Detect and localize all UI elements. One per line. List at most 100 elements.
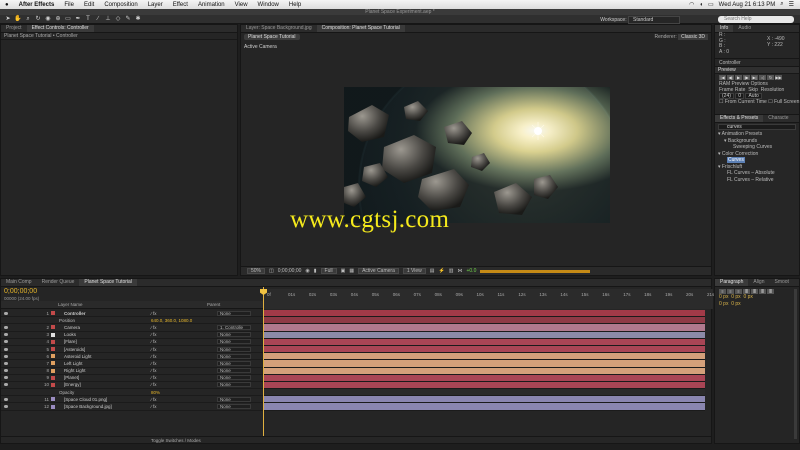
- layer-name[interactable]: Opacity: [59, 390, 74, 395]
- layer-duration-bar[interactable]: [264, 317, 705, 325]
- parent-dropdown[interactable]: None: [217, 332, 251, 338]
- menubar-clock[interactable]: Wed Aug 21 6:13 PM: [719, 2, 776, 8]
- visibility-eye-icon[interactable]: [4, 340, 8, 344]
- last-frame-icon[interactable]: ▶|: [751, 75, 758, 80]
- parent-dropdown[interactable]: None: [217, 310, 251, 316]
- property-value[interactable]: 80%: [151, 390, 160, 395]
- menu-file[interactable]: File: [59, 2, 79, 8]
- zoom-dropdown[interactable]: 50%: [247, 268, 266, 274]
- tab-effects-presets[interactable]: Effects & Presets: [715, 115, 764, 122]
- tab-render-queue[interactable]: Render Queue: [37, 279, 80, 286]
- hand-tool-icon[interactable]: ✋: [14, 16, 22, 23]
- effects-search-input[interactable]: curves: [718, 124, 796, 130]
- layer-duration-bar[interactable]: [264, 338, 705, 346]
- layer-duration-bar[interactable]: [264, 389, 705, 397]
- layer-switches[interactable]: ⁄ fx: [151, 397, 157, 402]
- layer-property-row[interactable]: Opacity 80%: [1, 389, 263, 397]
- layer-name[interactable]: [Asteroids]: [64, 347, 85, 352]
- loop-icon[interactable]: ↻: [767, 75, 774, 80]
- notification-icon[interactable]: ☰: [789, 1, 794, 8]
- layer-name[interactable]: Position: [59, 318, 75, 323]
- tab-audio[interactable]: Audio: [733, 25, 756, 32]
- view-layout-dropdown[interactable]: 1 View: [402, 268, 426, 274]
- layer-switches[interactable]: ⁄ fx: [151, 354, 157, 359]
- parent-dropdown[interactable]: None: [217, 339, 251, 345]
- layer-name[interactable]: [Flare]: [64, 339, 77, 344]
- layer-label-color[interactable]: [51, 325, 55, 330]
- comp-navigator-button[interactable]: Planet Space Tutorial: [244, 34, 300, 40]
- layer-duration-bar[interactable]: [264, 381, 705, 390]
- layer-row[interactable]: 9 [Planet] ⁄ fx None: [1, 375, 263, 382]
- layer-duration-bar[interactable]: [264, 345, 705, 354]
- justify-all-icon[interactable]: ≣: [767, 289, 774, 294]
- layer-switches[interactable]: ⁄ fx: [151, 375, 157, 380]
- property-value[interactable]: 640.0, 360.0, 1080.0: [151, 318, 192, 323]
- layer-switches[interactable]: ⁄ fx: [151, 404, 157, 409]
- parent-dropdown[interactable]: None: [217, 346, 251, 352]
- visibility-eye-icon[interactable]: [4, 361, 8, 365]
- layer-name[interactable]: [Space Cloud 01.png]: [64, 397, 107, 402]
- layer-duration-bar[interactable]: [264, 324, 705, 332]
- paragraph-scrollbar[interactable]: [794, 289, 797, 439]
- rotate-tool-icon[interactable]: ↻: [34, 16, 42, 23]
- col-layer-name[interactable]: Layer Name: [58, 302, 83, 307]
- play-icon[interactable]: ▶: [735, 75, 742, 80]
- transparency-grid-icon[interactable]: ▦: [349, 268, 354, 274]
- layer-row[interactable]: 2 Camera ⁄ fx 1. Controlle: [1, 324, 263, 332]
- parent-dropdown[interactable]: None: [217, 382, 251, 388]
- parent-dropdown[interactable]: None: [217, 404, 251, 410]
- puppet-tool-icon[interactable]: ✱: [134, 16, 142, 23]
- apple-menu-icon[interactable]: ●: [0, 2, 14, 8]
- layer-row[interactable]: 11 [Space Cloud 01.png] ⁄ fx None: [1, 396, 263, 404]
- flowchart-icon[interactable]: ⋈: [457, 268, 462, 274]
- layer-duration-bar[interactable]: [264, 360, 705, 368]
- layer-switches[interactable]: ⁄ fx: [151, 347, 157, 352]
- layer-label-color[interactable]: [51, 397, 55, 402]
- layer-row[interactable]: 7 Left Light ⁄ fx None: [1, 360, 263, 368]
- full-screen-checkbox[interactable]: ☐: [768, 99, 772, 105]
- tree-fl-curves-relative[interactable]: FL Curves – Relative: [715, 177, 799, 184]
- col-parent[interactable]: Parent: [207, 302, 220, 307]
- toggle-pixel-aspect-icon[interactable]: ▤: [430, 268, 435, 274]
- parent-dropdown[interactable]: None: [217, 360, 251, 366]
- layer-label-color[interactable]: [51, 354, 55, 359]
- region-of-interest-icon[interactable]: ▣: [341, 268, 346, 274]
- space-before-field[interactable]: 0 px: [719, 301, 728, 307]
- layer-switches[interactable]: ⁄ fx: [151, 311, 157, 316]
- menu-effect[interactable]: Effect: [168, 2, 193, 8]
- tab-project[interactable]: Project: [1, 25, 27, 32]
- layer-name[interactable]: [Planet]: [64, 375, 79, 380]
- clone-tool-icon[interactable]: ⊥: [104, 16, 112, 23]
- layer-label-color[interactable]: [51, 382, 55, 387]
- layer-label-color[interactable]: [51, 361, 55, 366]
- preview-title[interactable]: Preview: [715, 67, 799, 74]
- camera-snapshot-icon[interactable]: ◉: [305, 268, 309, 274]
- battery-icon[interactable]: ▭: [708, 1, 714, 8]
- wifi-icon[interactable]: ◠: [689, 1, 694, 8]
- camera-tool-icon[interactable]: ◉: [44, 16, 52, 23]
- justify-right-icon[interactable]: ≣: [759, 289, 766, 294]
- tab-paragraph[interactable]: Paragraph: [715, 279, 749, 286]
- show-channel-icon[interactable]: ▮: [314, 268, 317, 274]
- workspace-dropdown[interactable]: Standard: [628, 16, 680, 24]
- parent-dropdown[interactable]: 1. Controlle: [217, 324, 251, 330]
- layer-row[interactable]: 8 Right Light ⁄ fx None: [1, 368, 263, 375]
- spotlight-icon[interactable]: ⌕: [780, 1, 783, 8]
- parent-dropdown[interactable]: None: [217, 375, 251, 381]
- layer-row[interactable]: 5 [Asteroids] ⁄ fx None: [1, 346, 263, 354]
- parent-dropdown[interactable]: None: [217, 353, 251, 359]
- layer-label-color[interactable]: [51, 368, 55, 373]
- visibility-eye-icon[interactable]: [4, 347, 8, 351]
- parent-dropdown[interactable]: None: [217, 368, 251, 374]
- visibility-eye-icon[interactable]: [4, 333, 8, 337]
- type-tool-icon[interactable]: T: [84, 16, 92, 23]
- current-time-display[interactable]: 0;00;00;00: [278, 268, 302, 274]
- layer-label-color[interactable]: [51, 339, 55, 344]
- layer-switches[interactable]: ⁄ fx: [151, 325, 157, 330]
- layer-duration-bar[interactable]: [264, 403, 705, 411]
- exposure-value[interactable]: +0.0: [466, 268, 476, 274]
- tab-effect-controls[interactable]: Effect Controls: Controller: [26, 25, 94, 32]
- visibility-eye-icon[interactable]: [4, 325, 8, 329]
- layer-name[interactable]: [Energy]: [64, 382, 81, 387]
- layer-row[interactable]: 3 Looks ⁄ fx None: [1, 332, 263, 339]
